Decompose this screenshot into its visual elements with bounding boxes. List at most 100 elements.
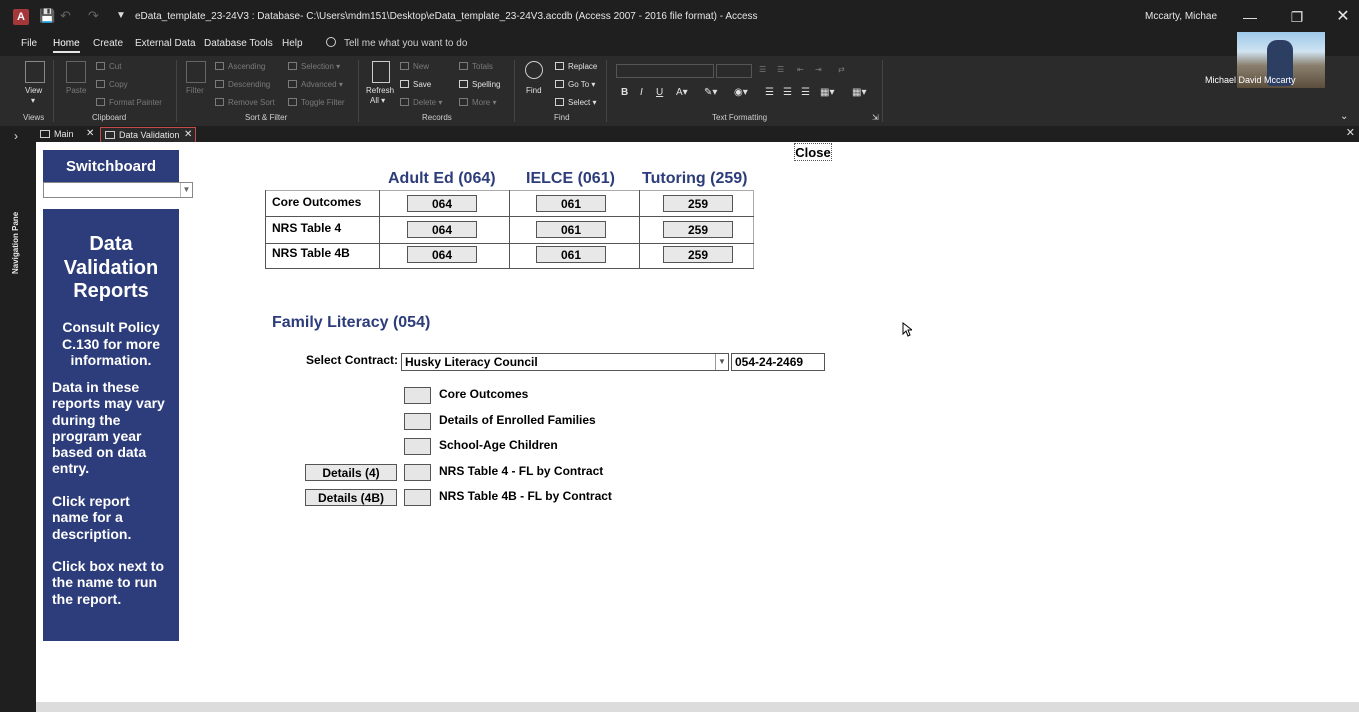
increase-indent-icon[interactable]: ⇥ <box>815 65 822 74</box>
save-icon[interactable]: 💾 <box>39 8 55 24</box>
paragraph-direction-icon[interactable]: ⇄ <box>838 65 845 74</box>
nrs-table-4-ielce-button[interactable]: 061 <box>536 221 606 238</box>
tab-file[interactable]: File <box>21 38 37 49</box>
undo-icon[interactable]: ↶ <box>60 8 71 24</box>
restore-icon[interactable]: ❐ <box>1285 6 1309 28</box>
close-document-icon[interactable]: ✕ <box>1346 126 1355 139</box>
italic-button[interactable]: I <box>640 87 643 98</box>
format-painter-button[interactable]: Format Painter <box>96 98 162 107</box>
user-name[interactable]: Mccarty, Michae <box>1145 11 1217 22</box>
paste-button[interactable]: Paste <box>66 86 86 95</box>
nrs-table-4-adult-ed-button[interactable]: 064 <box>407 221 477 238</box>
numbering-icon[interactable]: ☰ <box>777 65 784 74</box>
horizontal-scrollbar[interactable] <box>36 702 1359 712</box>
redo-icon[interactable]: ↷ <box>88 8 99 24</box>
toggle-filter-button[interactable]: Toggle Filter <box>288 98 345 107</box>
core-outcomes-adult-ed-button[interactable]: 064 <box>407 195 477 212</box>
bullets-icon[interactable]: ☰ <box>759 65 766 74</box>
run-school-age-children-box[interactable] <box>404 438 431 455</box>
view-button[interactable]: View <box>25 86 42 95</box>
descending-button[interactable]: Descending <box>215 80 270 89</box>
font-name-select[interactable] <box>616 64 714 78</box>
underline-button[interactable]: U <box>656 87 663 98</box>
core-outcomes-tutoring-button[interactable]: 259 <box>663 195 733 212</box>
core-outcomes-ielce-button[interactable]: 061 <box>536 195 606 212</box>
align-right-icon[interactable]: ☰ <box>801 87 810 98</box>
save-record-button[interactable]: Save <box>400 80 431 89</box>
alt-row-color-icon[interactable]: ▦▾ <box>820 87 834 98</box>
contract-select[interactable]: Husky Literacy Council ▼ <box>401 353 729 371</box>
contract-code-field[interactable]: 054-24-2469 <box>731 353 825 371</box>
bold-button[interactable]: B <box>621 87 628 98</box>
ascending-button[interactable]: Ascending <box>215 62 265 71</box>
find-icon[interactable] <box>525 61 543 79</box>
row-label-core-outcomes[interactable]: Core Outcomes <box>272 195 361 209</box>
tab-database-tools[interactable]: Database Tools <box>204 38 273 49</box>
refresh-icon[interactable] <box>372 61 390 83</box>
navigation-pane-label[interactable]: Navigation Pane <box>11 212 20 274</box>
details-4-button[interactable]: Details (4) <box>305 464 397 481</box>
highlight-icon[interactable]: ✎▾ <box>704 87 717 98</box>
close-tab-icon[interactable]: ✕ <box>184 128 192 142</box>
copy-button[interactable]: Copy <box>96 80 128 89</box>
run-nrs-table-4b-fl-box[interactable] <box>404 489 431 506</box>
nrs-table-4-tutoring-button[interactable]: 259 <box>663 221 733 238</box>
doc-tab-data-validation[interactable]: Data Validation ✕ <box>100 127 196 142</box>
align-center-icon[interactable]: ☰ <box>783 87 792 98</box>
nrs-table-4b-tutoring-button[interactable]: 259 <box>663 246 733 263</box>
close-button[interactable]: Close <box>794 143 832 161</box>
run-core-outcomes-box[interactable] <box>404 387 431 404</box>
dialog-launcher-icon[interactable]: ⇲ <box>872 113 879 122</box>
chevron-down-icon[interactable]: ▼ <box>180 183 192 197</box>
row-label-nrs-table-4b[interactable]: NRS Table 4B <box>272 246 350 260</box>
paste-icon[interactable] <box>66 61 86 83</box>
tab-create[interactable]: Create <box>93 38 123 49</box>
refresh-all-button[interactable]: All ▾ <box>370 96 385 105</box>
remove-sort-button[interactable]: Remove Sort <box>215 98 275 107</box>
gridlines-icon[interactable]: ▦▾ <box>852 87 866 98</box>
selection-button[interactable]: Selection ▾ <box>288 62 340 71</box>
goto-button[interactable]: Go To ▾ <box>555 80 595 89</box>
replace-button[interactable]: Replace <box>555 62 597 71</box>
align-left-icon[interactable]: ☰ <box>765 87 774 98</box>
report-nrs-table-4b-fl[interactable]: NRS Table 4B - FL by Contract <box>439 489 612 503</box>
select-button[interactable]: Select ▾ <box>555 98 596 107</box>
report-school-age-children[interactable]: School-Age Children <box>439 438 558 452</box>
decrease-indent-icon[interactable]: ⇤ <box>797 65 804 74</box>
close-window-icon[interactable]: ✕ <box>1331 6 1355 28</box>
report-enrolled-families[interactable]: Details of Enrolled Families <box>439 413 596 427</box>
tab-external-data[interactable]: External Data <box>135 38 196 49</box>
tell-me-box[interactable]: Tell me what you want to do <box>326 37 467 49</box>
chevron-down-icon[interactable]: ▼ <box>715 354 728 370</box>
new-record-button[interactable]: New <box>400 62 429 71</box>
more-button[interactable]: More ▾ <box>459 98 496 107</box>
delete-record-button[interactable]: Delete ▾ <box>400 98 442 107</box>
advanced-button[interactable]: Advanced ▾ <box>288 80 343 89</box>
report-nrs-table-4-fl[interactable]: NRS Table 4 - FL by Contract <box>439 464 603 478</box>
row-label-nrs-table-4[interactable]: NRS Table 4 <box>272 221 341 235</box>
funnel-icon[interactable] <box>186 61 206 83</box>
fill-color-icon[interactable]: ◉▾ <box>734 87 748 98</box>
doc-tab-main[interactable]: Main ✕ <box>36 127 98 142</box>
nrs-table-4b-ielce-button[interactable]: 061 <box>536 246 606 263</box>
navigation-pane[interactable]: › Navigation Pane <box>0 126 34 712</box>
totals-button[interactable]: Totals <box>459 62 493 71</box>
run-enrolled-families-box[interactable] <box>404 413 431 430</box>
refresh-button[interactable]: Refresh <box>366 86 394 95</box>
cut-button[interactable]: Cut <box>96 62 121 71</box>
details-4b-button[interactable]: Details (4B) <box>305 489 397 506</box>
close-tab-icon[interactable]: ✕ <box>86 127 94 141</box>
tab-help[interactable]: Help <box>282 38 303 49</box>
tab-home[interactable]: Home <box>53 38 80 53</box>
filter-button[interactable]: Filter <box>186 86 204 95</box>
minimize-icon[interactable]: — <box>1238 6 1262 28</box>
switchboard-combo[interactable]: ▼ <box>43 182 193 198</box>
find-button[interactable]: Find <box>526 86 542 95</box>
run-nrs-table-4-fl-box[interactable] <box>404 464 431 481</box>
switchboard-button[interactable]: Switchboard <box>43 150 179 182</box>
collapse-ribbon-icon[interactable]: ⌄ <box>1340 111 1348 122</box>
font-size-select[interactable] <box>716 64 752 78</box>
view-icon[interactable] <box>25 61 45 83</box>
font-color-icon[interactable]: A▾ <box>676 87 688 98</box>
chevron-right-icon[interactable]: › <box>14 129 18 143</box>
